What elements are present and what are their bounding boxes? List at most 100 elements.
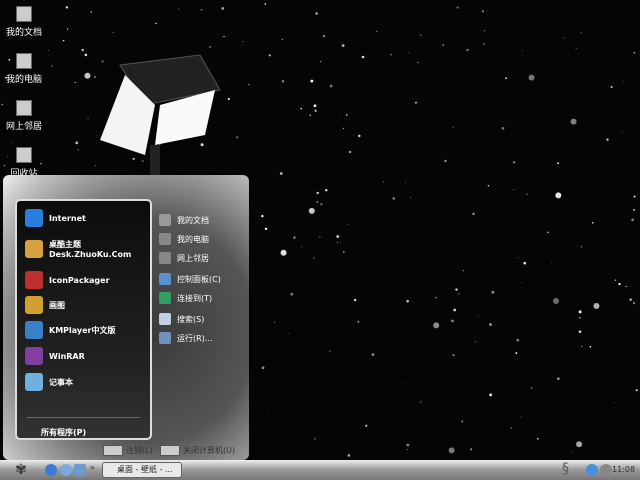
start-menu-place[interactable]: 搜索(S) <box>159 313 204 325</box>
star <box>452 353 455 357</box>
start-button[interactable]: ✾ <box>2 461 40 479</box>
quicklaunch-media-icon[interactable] <box>60 464 72 476</box>
desktop-icon[interactable]: 网上邻居 <box>4 100 44 132</box>
paint-icon <box>25 296 43 314</box>
star <box>178 8 180 10</box>
star <box>570 118 577 125</box>
star <box>348 150 352 154</box>
star <box>522 50 523 52</box>
star <box>632 301 636 305</box>
star <box>572 450 574 452</box>
star <box>223 36 225 38</box>
star <box>433 322 440 329</box>
start-menu-place[interactable]: 连接到(T) <box>159 292 212 304</box>
star <box>621 130 623 132</box>
star <box>357 320 360 323</box>
control-panel-icon <box>159 273 171 285</box>
star <box>264 227 268 231</box>
tray-network-icon[interactable] <box>586 464 598 476</box>
star <box>589 345 592 348</box>
star <box>227 97 230 101</box>
star <box>452 126 454 128</box>
quicklaunch-ie-icon[interactable] <box>45 464 57 476</box>
star <box>580 32 582 34</box>
star <box>342 251 345 254</box>
star <box>410 197 412 199</box>
star <box>489 393 493 397</box>
star <box>557 162 560 165</box>
winrar-icon <box>25 347 43 365</box>
pinned-program[interactable]: 记事本 <box>25 373 73 391</box>
star <box>470 448 473 451</box>
my-computer-icon <box>16 53 32 69</box>
star <box>358 134 361 138</box>
star <box>65 6 69 9</box>
start-menu-place[interactable]: 我的文档 <box>159 214 209 226</box>
pinned-program[interactable]: 桌酷主题 Desk.ZhuoKu.Com <box>25 239 131 259</box>
star <box>310 79 314 83</box>
star <box>523 261 527 265</box>
star <box>248 84 250 86</box>
star <box>442 44 444 46</box>
desktop-icon[interactable]: 我的文档 <box>4 6 44 38</box>
shutdown-button[interactable]: 关闭计算机(U) <box>160 445 235 456</box>
star <box>221 7 225 10</box>
star <box>515 352 518 354</box>
star <box>547 231 549 234</box>
star <box>308 207 315 214</box>
my-computer-icon <box>159 233 171 245</box>
star <box>112 32 114 33</box>
star <box>614 279 617 281</box>
star <box>320 203 323 206</box>
star <box>635 389 638 392</box>
star <box>633 51 636 54</box>
tray-help-icon[interactable] <box>600 464 612 476</box>
star <box>489 323 492 326</box>
star <box>487 184 490 187</box>
logoff-button[interactable]: 注销(L) <box>103 445 153 456</box>
pinned-program[interactable]: KMPlayer中文版 <box>25 321 116 339</box>
star <box>66 28 69 30</box>
star <box>401 381 403 383</box>
star <box>323 35 326 38</box>
star <box>300 107 303 110</box>
star <box>336 235 340 238</box>
star <box>371 353 375 357</box>
star <box>578 330 582 334</box>
star <box>329 84 333 88</box>
star <box>557 377 560 381</box>
pinned-program[interactable]: WinRAR <box>25 347 85 365</box>
my-documents-icon <box>159 214 171 226</box>
taskbar-task-wallpaper[interactable]: 桌面 - 壁纸 - ... <box>102 462 182 478</box>
star <box>551 261 553 263</box>
start-menu-place[interactable]: 控制面板(C) <box>159 273 221 285</box>
zhuoku-icon <box>25 240 43 258</box>
star <box>392 197 396 200</box>
pinned-program[interactable]: IconPackager <box>25 271 110 289</box>
star <box>461 420 464 423</box>
desktop-icon[interactable]: 我的电脑 <box>4 53 44 85</box>
start-menu-place[interactable]: 网上邻居 <box>159 252 209 264</box>
my-documents-icon <box>16 6 32 22</box>
star <box>483 43 485 45</box>
star <box>280 249 287 256</box>
star <box>339 113 341 115</box>
shutdown-icon <box>160 445 180 456</box>
quicklaunch-overflow[interactable]: » <box>90 463 95 472</box>
star <box>390 53 392 56</box>
star <box>336 241 339 244</box>
star <box>279 172 283 175</box>
all-programs-button[interactable]: 所有程序(P) <box>41 427 86 438</box>
star <box>155 22 157 25</box>
quicklaunch-desktop-icon[interactable] <box>74 464 86 476</box>
star <box>329 350 331 352</box>
star <box>340 242 342 244</box>
star <box>517 257 519 259</box>
pinned-program[interactable]: Internet <box>25 209 86 227</box>
run-icon <box>159 332 171 344</box>
start-menu-place[interactable]: 我的电脑 <box>159 233 209 245</box>
star <box>406 448 409 451</box>
star <box>382 181 385 183</box>
start-menu-place[interactable]: 运行(R)... <box>159 332 212 344</box>
pinned-program[interactable]: 画图 <box>25 296 65 314</box>
